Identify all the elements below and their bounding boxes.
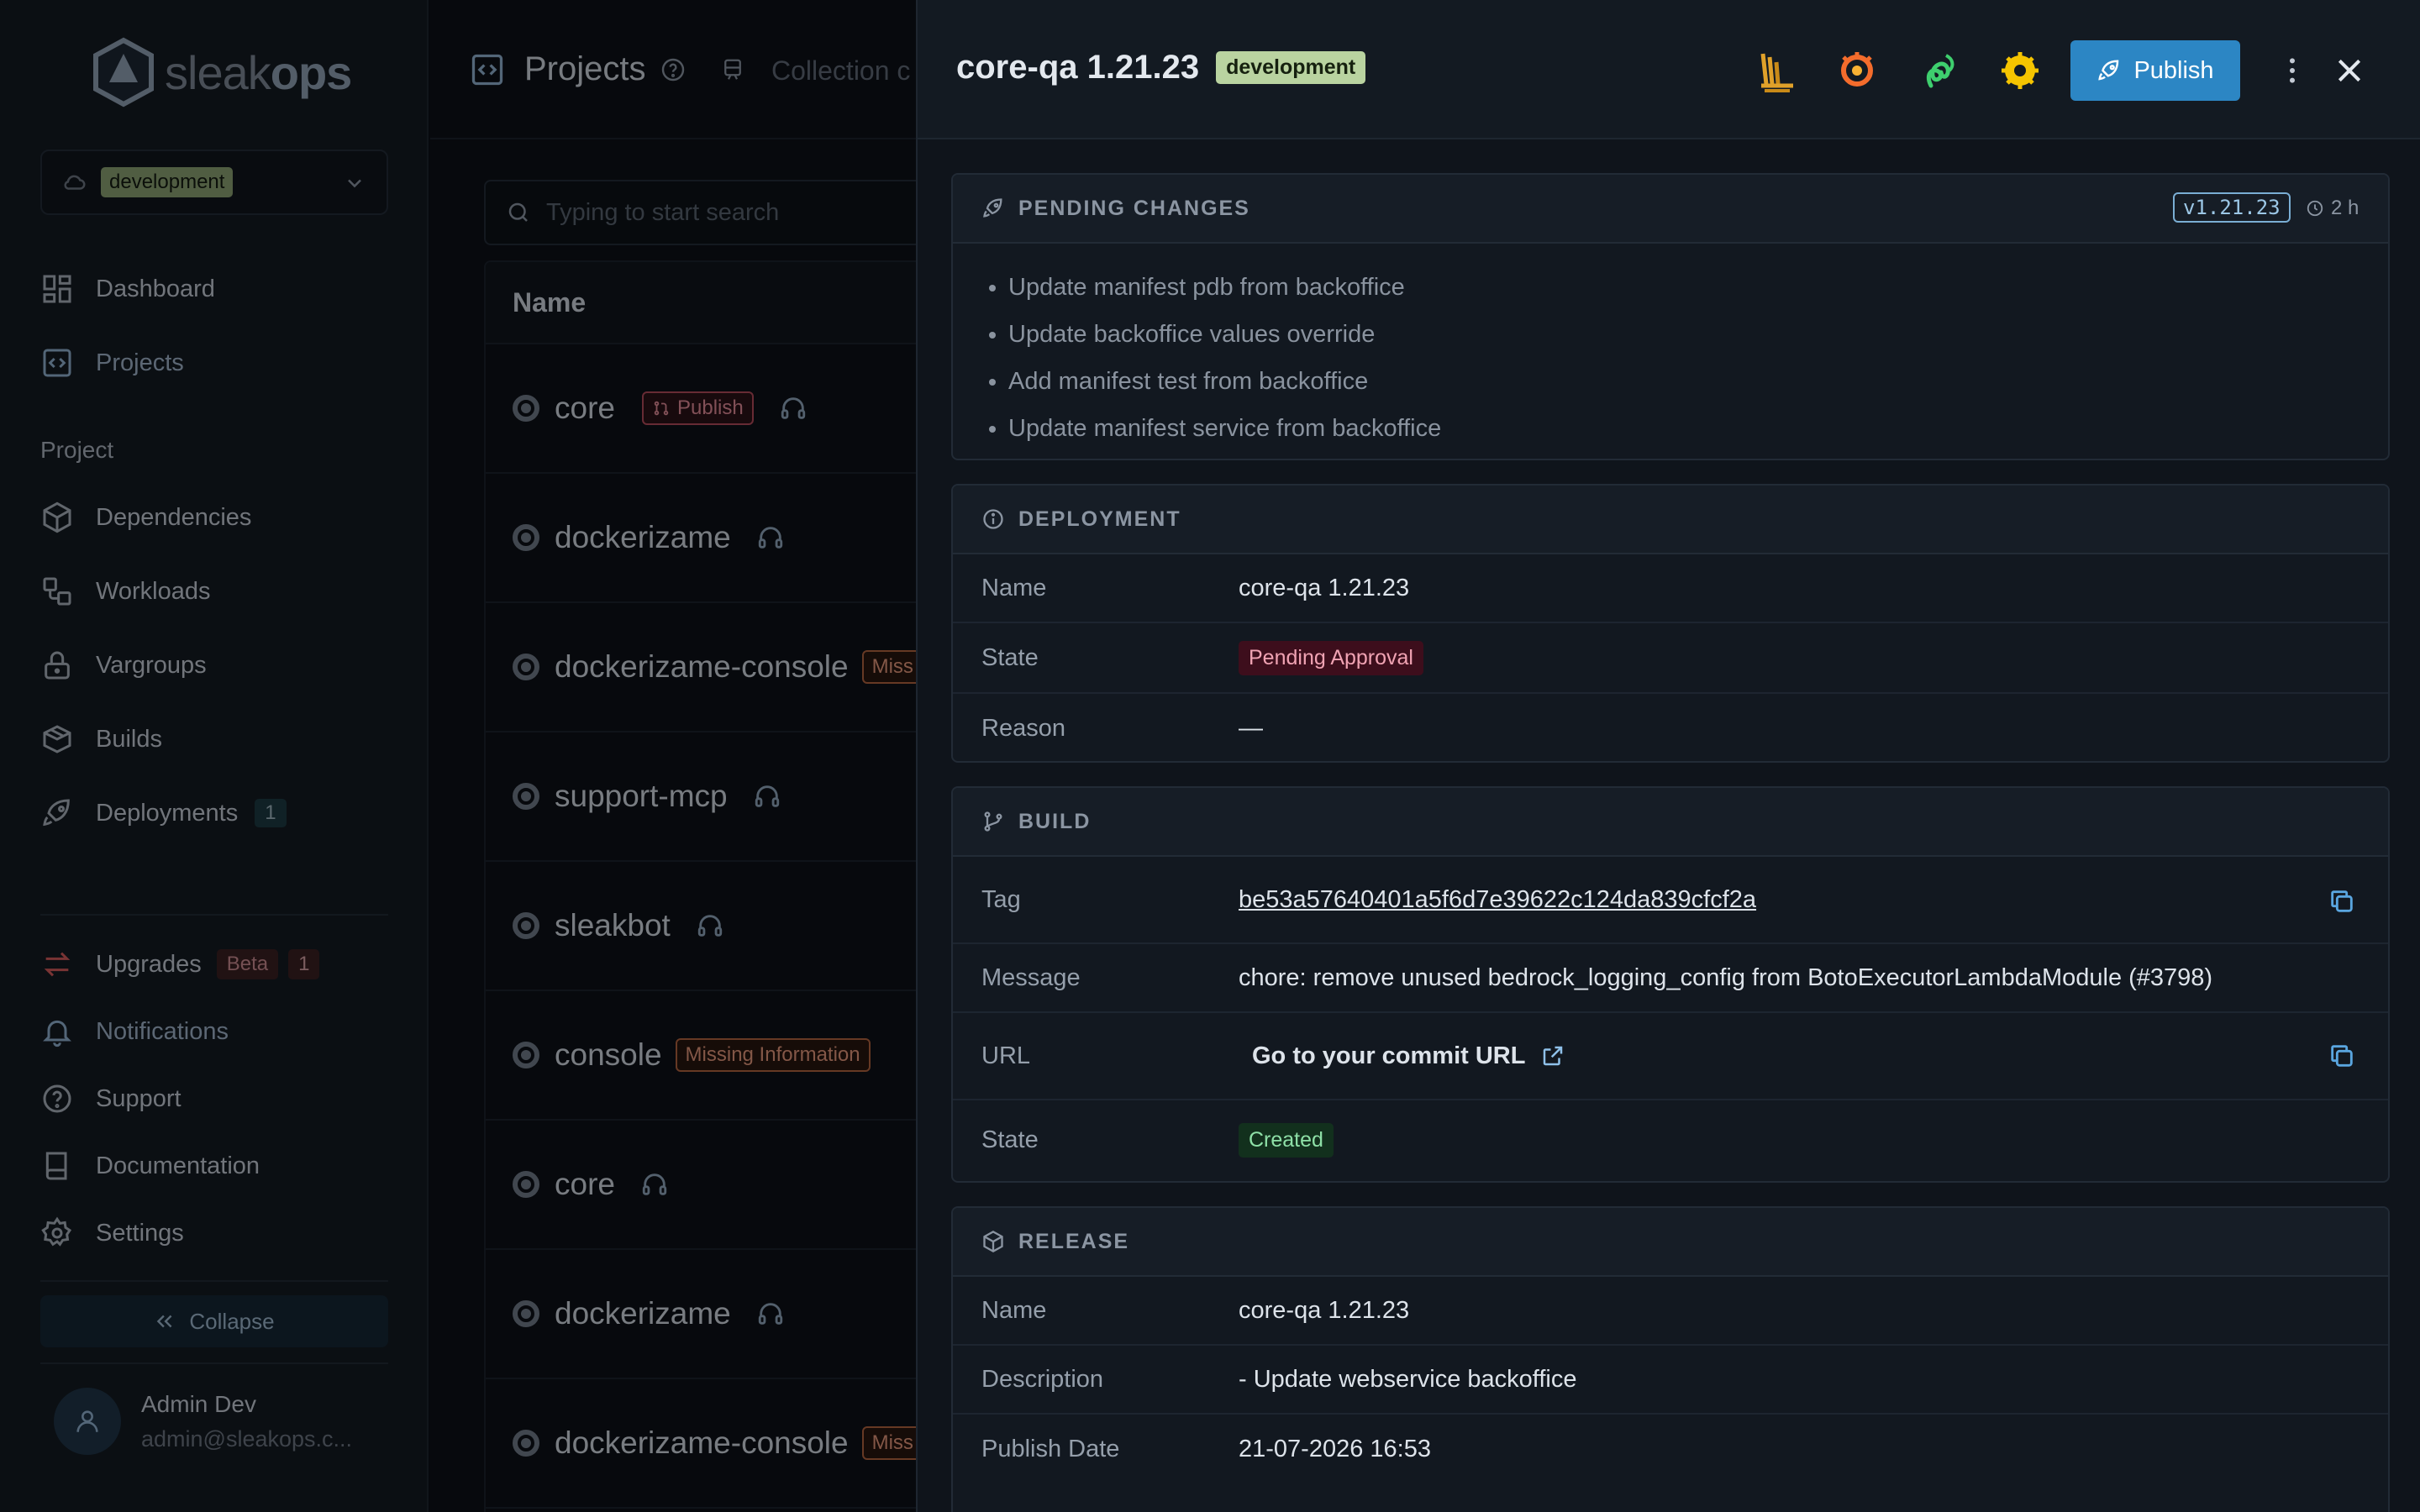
card-title: PENDING CHANGES	[1018, 196, 1250, 220]
field-label: Name	[981, 574, 1047, 601]
release-publish-date: 21-07-2026 16:53	[1239, 1435, 1431, 1462]
time-ago-text: 2 h	[2331, 197, 2360, 219]
card-title: DEPLOYMENT	[1018, 507, 1181, 531]
prometheus-gear-icon[interactable]	[1996, 47, 2044, 94]
package-icon	[983, 1230, 1003, 1253]
build-tag-link[interactable]: be53a57640401a5f6d7e39622c124da839cfcf2a	[1239, 886, 1756, 914]
release-publish-date-row: Publish Date 21-07-2026 16:53	[953, 1415, 2388, 1483]
deployment-name-row: Name core-qa 1.21.23	[953, 554, 2388, 623]
drawer-title: core-qa 1.21.23 development	[956, 49, 1366, 87]
status-badge: Created	[1239, 1122, 1334, 1158]
list-item: Update backoffice values override	[1008, 311, 2388, 358]
build-message: chore: remove unused bedrock_logging_con…	[1239, 963, 2213, 991]
environment-badge: development	[1216, 51, 1366, 84]
modal-overlay[interactable]	[0, 0, 916, 1512]
release-description-row: Description - Update webservice backoffi…	[953, 1346, 2388, 1415]
publish-button[interactable]: Publish	[2070, 40, 2240, 101]
release-name-row: Name core-qa 1.21.23	[953, 1277, 2388, 1346]
copy-icon[interactable]	[2328, 887, 2356, 916]
card-header: RELEASE	[953, 1208, 2388, 1277]
close-icon[interactable]	[2333, 54, 2366, 87]
commit-url-text: Go to your commit URL	[1252, 1042, 1526, 1069]
field-label: State	[981, 1126, 1039, 1153]
field-label: State	[981, 643, 1039, 671]
grafana-icon[interactable]	[1833, 47, 1881, 94]
rocket-icon	[983, 198, 1002, 218]
drawer-header: core-qa 1.21.23 development Publish	[918, 0, 2420, 139]
build-tag-row: Tag be53a57640401a5f6d7e39622c124da839cf…	[953, 857, 2388, 944]
info-icon	[983, 509, 1003, 529]
field-label: Name	[981, 1296, 1047, 1324]
build-message-row: Message chore: remove unused bedrock_log…	[953, 944, 2388, 1013]
git-branch-icon	[984, 811, 1002, 832]
list-item: Update manifest pdb from backoffice	[1008, 264, 2388, 311]
status-badge: Pending Approval	[1239, 640, 1423, 675]
airflow-bars-icon[interactable]	[1753, 47, 1800, 94]
field-label: Publish Date	[981, 1435, 1120, 1462]
rocket-icon	[2098, 60, 2119, 81]
build-card: BUILD Tag be53a57640401a5f6d7e39622c124d…	[951, 786, 2390, 1183]
release-card: RELEASE Name core-qa 1.21.23 Description…	[951, 1206, 2390, 1512]
clock-icon	[2307, 200, 2323, 217]
deployment-card: DEPLOYMENT Name core-qa 1.21.23 State Pe…	[951, 484, 2390, 763]
list-item: Update manifest service from backoffice	[1008, 405, 2388, 452]
field-label: Message	[981, 963, 1081, 991]
deployment-state-row: State Pending Approval	[953, 623, 2388, 694]
version-badge: v1.21.23	[2173, 192, 2291, 223]
time-ago: 2 h	[2306, 197, 2359, 220]
more-options-icon[interactable]	[2275, 54, 2309, 87]
card-header: BUILD	[953, 788, 2388, 857]
build-url-row: URL Go to your commit URL	[953, 1013, 2388, 1100]
deployment-reason: —	[1239, 714, 1263, 742]
pending-changes-list: Update manifest pdb from backoffice Upda…	[953, 244, 2388, 459]
field-label: Description	[981, 1365, 1104, 1393]
loki-icon[interactable]	[1916, 47, 1963, 94]
field-label: URL	[981, 1042, 1031, 1069]
field-label: Reason	[981, 714, 1065, 742]
release-name: core-qa 1.21.23	[1239, 1296, 1410, 1324]
deployment-reason-row: Reason —	[953, 694, 2388, 761]
copy-icon[interactable]	[2328, 1042, 2356, 1070]
build-state-row: State Created	[953, 1100, 2388, 1179]
release-description: - Update webservice backoffice	[1239, 1365, 1577, 1393]
drawer-title-text: core-qa 1.21.23	[956, 49, 1200, 86]
card-title: RELEASE	[1018, 1229, 1130, 1253]
publish-label: Publish	[2133, 56, 2214, 84]
deployment-name: core-qa 1.21.23	[1239, 574, 1410, 601]
commit-url-link[interactable]: Go to your commit URL	[1252, 1042, 1565, 1070]
card-header: DEPLOYMENT	[953, 486, 2388, 554]
card-header: PENDING CHANGES v1.21.23 2 h	[953, 175, 2388, 244]
card-title: BUILD	[1018, 809, 1092, 833]
deployment-drawer: core-qa 1.21.23 development Publish PEND…	[916, 0, 2420, 1512]
field-label: Tag	[981, 885, 1021, 913]
pending-changes-card: PENDING CHANGES v1.21.23 2 h Update mani…	[951, 173, 2390, 460]
list-item: Add manifest test from backoffice	[1008, 358, 2388, 405]
external-link-icon	[1544, 1046, 1563, 1066]
